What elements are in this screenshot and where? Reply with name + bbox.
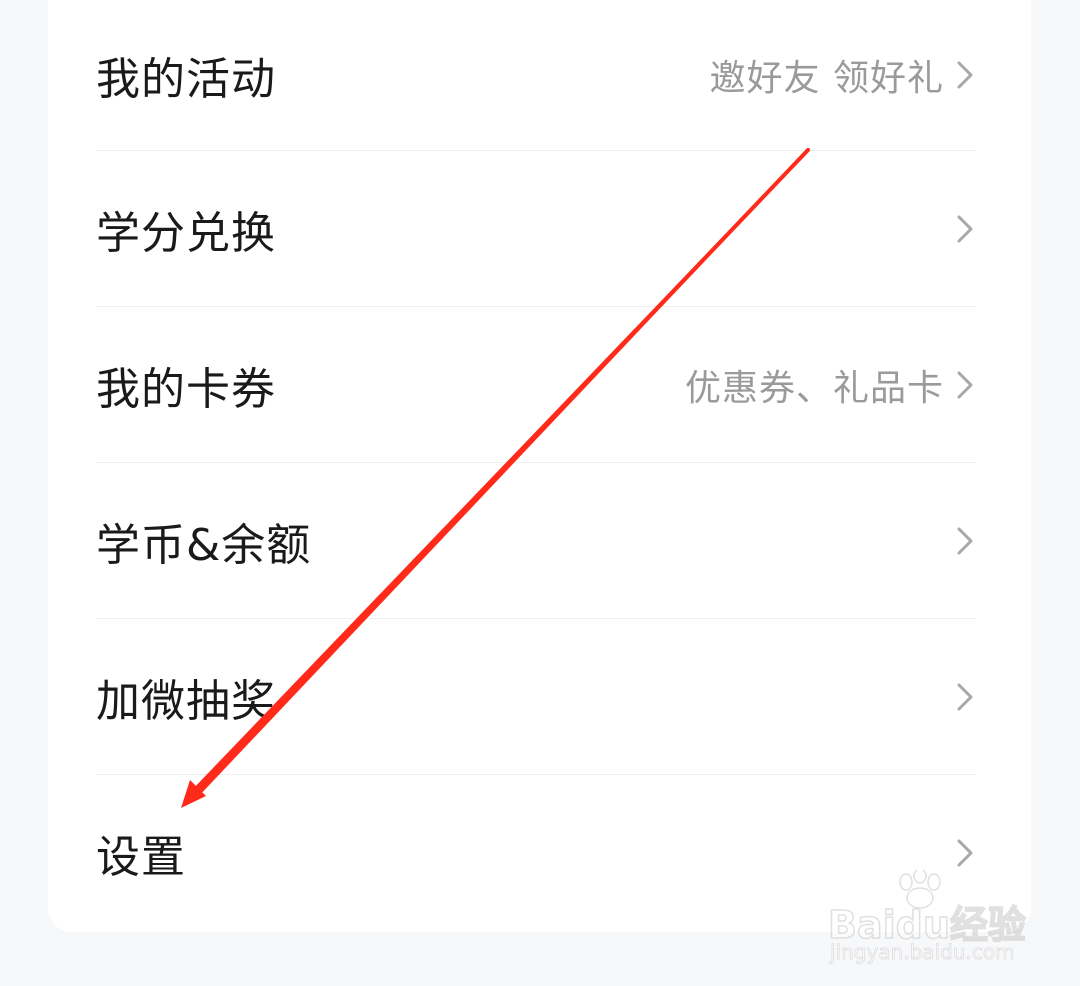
- menu-item-label: 我的活动: [96, 54, 276, 105]
- menu-item-my-activities[interactable]: 我的活动 邀好友 领好礼: [96, 0, 976, 150]
- menu-item-label: 学币&余额: [96, 520, 312, 571]
- menu-item-subtext: 邀好友 领好礼: [709, 58, 944, 99]
- menu-item-my-coupons[interactable]: 我的卡券 优惠券、礼品卡: [96, 307, 976, 463]
- baidu-url-text: jingyan.baidu.com: [830, 940, 1015, 965]
- menu-item-right: [954, 526, 976, 556]
- chevron-right-icon: [954, 214, 976, 244]
- menu-item-wechat-lottery[interactable]: 加微抽奖: [96, 619, 976, 775]
- menu-item-coins-balance[interactable]: 学币&余额: [96, 463, 976, 619]
- menu-item-right: [954, 682, 976, 712]
- chevron-right-icon: [954, 838, 976, 868]
- menu-item-settings[interactable]: 设置: [96, 775, 976, 931]
- chevron-right-icon: [954, 60, 976, 90]
- menu-item-label: 学分兑换: [96, 208, 276, 259]
- menu-item-right: 邀好友 领好礼: [710, 49, 976, 101]
- menu-item-right: [954, 838, 976, 868]
- menu-item-credit-exchange[interactable]: 学分兑换: [96, 151, 976, 307]
- menu-item-right: 优惠券、礼品卡: [685, 359, 976, 411]
- chevron-right-icon: [954, 526, 976, 556]
- menu-item-subtext: 优惠券、礼品卡: [684, 368, 944, 409]
- chevron-right-icon: [954, 370, 976, 400]
- menu-item-label: 加微抽奖: [96, 676, 276, 727]
- menu-card: 我的活动 邀好友 领好礼 学分兑换 我的卡券 优惠券、礼品卡 学币&余额 加微抽…: [48, 0, 1031, 932]
- chevron-right-icon: [954, 682, 976, 712]
- menu-item-label: 我的卡券: [96, 364, 276, 415]
- menu-item-label: 设置: [96, 832, 186, 883]
- menu-item-right: [954, 214, 976, 244]
